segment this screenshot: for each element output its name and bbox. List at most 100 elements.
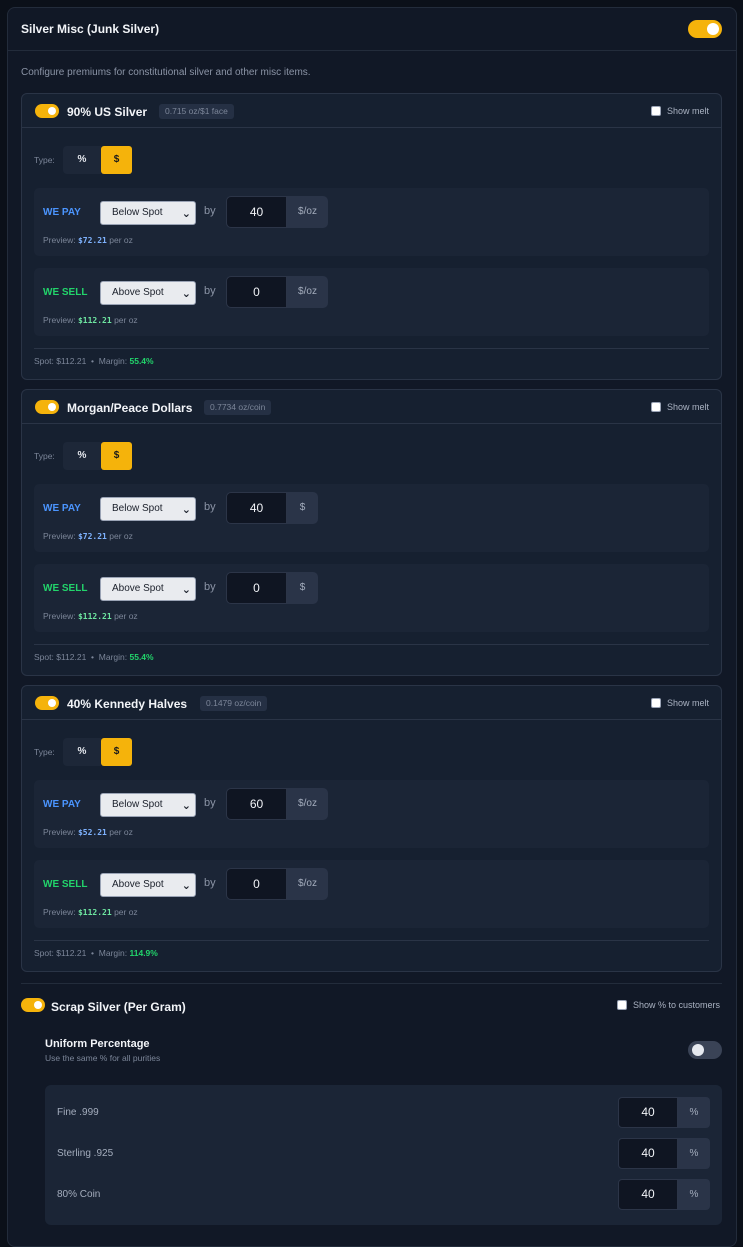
card-footer: Spot: $112.21 • Margin: 55.4%: [34, 652, 154, 662]
purity-label: 80% Coin: [57, 1189, 101, 1200]
pay-preview: Preview: $72.21 per oz: [43, 531, 133, 541]
pay-unit-label: $/oz: [287, 196, 328, 228]
we-pay-label: WE PAY: [43, 207, 81, 218]
pay-mode-value: Below Spot: [112, 503, 163, 514]
type-toggle-group: % $: [63, 146, 132, 174]
type-percent-button[interactable]: %: [63, 442, 101, 470]
chevron-down-icon: ⌄: [181, 584, 191, 596]
by-label: by: [204, 581, 216, 593]
pay-unit-label: $/oz: [287, 788, 328, 820]
pay-preview-value: $52.21: [77, 828, 107, 837]
panel-header: Silver Misc (Junk Silver): [8, 8, 736, 51]
show-melt-checkbox[interactable]: Show melt: [650, 106, 709, 116]
silver-misc-panel: Silver Misc (Junk Silver) Configure prem…: [7, 7, 737, 1247]
pay-mode-select[interactable]: Below Spot ⌄: [100, 793, 196, 817]
purity-input[interactable]: 40: [618, 1097, 678, 1128]
item-enable-toggle[interactable]: [35, 104, 59, 118]
sell-unit-label: $/oz: [287, 276, 328, 308]
checkbox-box[interactable]: [616, 1000, 627, 1010]
chevron-down-icon: ⌄: [181, 288, 191, 300]
pay-amount-input[interactable]: 40: [226, 492, 287, 524]
card-footer: Spot: $112.21 • Margin: 114.9%: [34, 948, 158, 958]
preview-label: Preview:: [43, 315, 76, 325]
type-dollar-button[interactable]: $: [101, 442, 132, 470]
spot-price: Spot: $112.21: [34, 356, 87, 366]
scrap-enable-toggle[interactable]: [21, 998, 45, 1012]
type-percent-button[interactable]: %: [63, 146, 101, 174]
uniform-pct-title: Uniform Percentage: [45, 1038, 150, 1050]
card-divider: [34, 348, 709, 349]
sell-preview: Preview: $112.21 per oz: [43, 611, 138, 621]
purity-input[interactable]: 40: [618, 1138, 678, 1169]
show-melt-checkbox[interactable]: Show melt: [650, 402, 709, 412]
sell-mode-value: Above Spot: [112, 583, 164, 594]
bullet: •: [91, 948, 95, 958]
checkbox-box[interactable]: [650, 698, 661, 708]
card-header: Morgan/Peace Dollars 0.7734 oz/coin Show…: [22, 390, 721, 424]
margin-label: Margin:: [98, 356, 128, 366]
show-pct-checkbox[interactable]: Show % to customers: [616, 1000, 720, 1010]
item-enable-toggle[interactable]: [35, 696, 59, 710]
chevron-down-icon: ⌄: [181, 208, 191, 220]
show-pct-label: Show % to customers: [632, 1000, 720, 1010]
sell-amount-input[interactable]: 0: [226, 276, 287, 308]
we-sell-label: WE SELL: [43, 879, 88, 890]
weight-badge: 0.7734 oz/coin: [204, 400, 272, 415]
per-oz-label: per oz: [109, 827, 133, 837]
per-oz-label: per oz: [114, 907, 138, 917]
checkbox-box[interactable]: [650, 106, 661, 116]
pay-mode-select[interactable]: Below Spot ⌄: [100, 497, 196, 521]
type-toggle-group: % $: [63, 738, 132, 766]
we-pay-row: WE PAY Below Spot ⌄ by 60 $/oz Preview: $…: [34, 780, 709, 848]
type-label: Type:: [34, 155, 55, 165]
sell-amount-input[interactable]: 0: [226, 572, 287, 604]
type-toggle-group: % $: [63, 442, 132, 470]
card-header: 90% US Silver 0.715 oz/$1 face Show melt: [22, 94, 721, 128]
we-pay-row: WE PAY Below Spot ⌄ by 40 $/oz Preview: $…: [34, 188, 709, 256]
margin-value: 55.4%: [129, 652, 154, 662]
pay-amount-input[interactable]: 40: [226, 196, 287, 228]
item-title: 40% Kennedy Halves: [67, 697, 188, 711]
purity-list: Fine .999 40 % Sterling .925 40 % 80% Co…: [45, 1085, 722, 1225]
type-percent-button[interactable]: %: [63, 738, 101, 766]
type-label: Type:: [34, 747, 55, 757]
we-sell-row: WE SELL Above Spot ⌄ by 0 $/oz Preview: $…: [34, 268, 709, 336]
purity-label: Fine .999: [57, 1107, 99, 1118]
sell-amount-input[interactable]: 0: [226, 868, 287, 900]
sell-mode-select[interactable]: Above Spot ⌄: [100, 281, 196, 305]
item-card-90-us-silver: 90% US Silver 0.715 oz/$1 face Show melt…: [21, 93, 722, 380]
sell-mode-select[interactable]: Above Spot ⌄: [100, 873, 196, 897]
weight-badge: 0.715 oz/$1 face: [159, 104, 234, 119]
chevron-down-icon: ⌄: [181, 504, 191, 516]
spot-price: Spot: $112.21: [34, 948, 87, 958]
chevron-down-icon: ⌄: [181, 800, 191, 812]
pay-mode-value: Below Spot: [112, 799, 163, 810]
sell-unit-label: $: [287, 572, 318, 604]
pay-preview-value: $72.21: [77, 532, 107, 541]
type-dollar-button[interactable]: $: [101, 146, 132, 174]
we-pay-row: WE PAY Below Spot ⌄ by 40 $ Preview: $72.…: [34, 484, 709, 552]
bullet: •: [91, 356, 95, 366]
uniform-pct-subtitle: Use the same % for all purities: [45, 1053, 161, 1063]
pay-amount-input[interactable]: 60: [226, 788, 287, 820]
card-header: 40% Kennedy Halves 0.1479 oz/coin Show m…: [22, 686, 721, 720]
sell-unit-label: $/oz: [287, 868, 328, 900]
pay-mode-select[interactable]: Below Spot ⌄: [100, 201, 196, 225]
item-title: Morgan/Peace Dollars: [67, 401, 193, 415]
item-enable-toggle[interactable]: [35, 400, 59, 414]
we-sell-row: WE SELL Above Spot ⌄ by 0 $/oz Preview: $…: [34, 860, 709, 928]
section-enable-toggle[interactable]: [688, 20, 722, 38]
by-label: by: [204, 877, 216, 889]
spot-price: Spot: $112.21: [34, 652, 87, 662]
purity-input[interactable]: 40: [618, 1179, 678, 1210]
type-dollar-button[interactable]: $: [101, 738, 132, 766]
preview-label: Preview:: [43, 827, 76, 837]
sell-mode-select[interactable]: Above Spot ⌄: [100, 577, 196, 601]
preview-label: Preview:: [43, 907, 76, 917]
uniform-pct-toggle[interactable]: [688, 1041, 722, 1059]
section-divider: [21, 983, 722, 984]
preview-label: Preview:: [43, 611, 76, 621]
show-melt-checkbox[interactable]: Show melt: [650, 698, 709, 708]
sell-mode-value: Above Spot: [112, 879, 164, 890]
checkbox-box[interactable]: [650, 402, 661, 412]
